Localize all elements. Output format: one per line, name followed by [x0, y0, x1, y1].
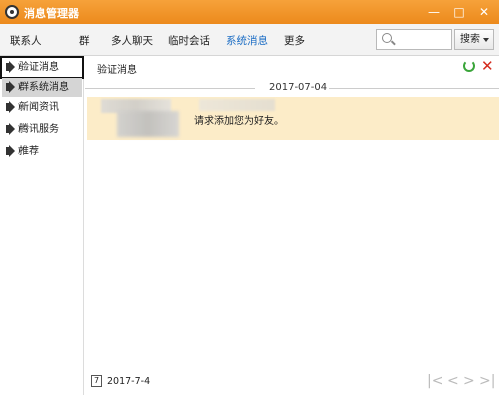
- divider: [85, 88, 255, 89]
- sidebar-item-recommend[interactable]: 推荐: [2, 142, 82, 161]
- speaker-icon: [6, 61, 20, 73]
- sidebar-item-news[interactable]: 新闻资讯: [2, 98, 82, 117]
- title-bar: 消息管理器 — □ ✕: [0, 0, 499, 24]
- sidebar-item-label: 群系统消息: [19, 82, 69, 93]
- sidebar-item-label: 验证消息: [19, 62, 59, 73]
- date-separator: 2017-07-04: [85, 81, 499, 95]
- blurred-info: [199, 99, 275, 111]
- minimize-button[interactable]: —: [424, 3, 444, 21]
- main-header: 验证消息: [85, 56, 499, 78]
- tab-multi-chat[interactable]: 多人聊天: [111, 33, 153, 48]
- speaker-icon: [6, 123, 20, 135]
- sidebar-item-verification[interactable]: 验证消息: [0, 56, 84, 79]
- message-row[interactable]: 请求添加您为好友。: [87, 97, 499, 140]
- qq-logo-icon: [5, 5, 19, 19]
- divider: [329, 88, 499, 89]
- date-separator-label: 2017-07-04: [269, 82, 328, 93]
- page-title: 验证消息: [97, 65, 137, 76]
- delete-icon[interactable]: ✕: [481, 57, 494, 75]
- sidebar: 验证消息 群系统消息 新闻资讯 腾讯服务 推荐: [0, 56, 84, 395]
- prev-page-icon[interactable]: <: [447, 373, 459, 389]
- sidebar-item-group-system[interactable]: 群系统消息: [2, 78, 82, 97]
- tab-groups[interactable]: 群: [79, 33, 90, 48]
- sidebar-item-label: 新闻资讯: [19, 102, 59, 113]
- next-page-icon[interactable]: >: [463, 373, 475, 389]
- search-box[interactable]: [376, 29, 452, 50]
- calendar-icon[interactable]: 7: [91, 375, 102, 387]
- tab-bar: 联系人 群 多人聊天 临时会话 系统消息 更多 搜索: [0, 24, 499, 56]
- refresh-icon[interactable]: [463, 60, 475, 72]
- sidebar-item-label: 推荐: [19, 146, 39, 157]
- first-page-icon[interactable]: |<: [427, 373, 443, 389]
- search-input[interactable]: [395, 31, 450, 48]
- speaker-icon: [6, 81, 20, 93]
- speaker-icon: [6, 145, 20, 157]
- window-title: 消息管理器: [24, 7, 79, 20]
- tab-more[interactable]: 更多: [284, 33, 305, 48]
- sidebar-item-tencent-service[interactable]: 腾讯服务: [2, 120, 82, 139]
- search-button-label: 搜索: [460, 34, 480, 45]
- search-icon: [382, 33, 392, 43]
- tab-contacts[interactable]: 联系人: [10, 33, 42, 48]
- bottom-bar: 7 2017-7-4 |< < > >|: [85, 370, 499, 395]
- message-text: 请求添加您为好友。: [194, 116, 284, 127]
- tab-temp-session[interactable]: 临时会话: [168, 33, 210, 48]
- maximize-button[interactable]: □: [449, 3, 469, 21]
- close-button[interactable]: ✕: [474, 3, 494, 21]
- speaker-icon: [6, 101, 20, 113]
- bottom-date: 2017-7-4: [107, 376, 151, 387]
- search-button[interactable]: 搜索: [454, 29, 494, 50]
- last-page-icon[interactable]: >|: [479, 373, 495, 389]
- chevron-down-icon[interactable]: [483, 38, 489, 42]
- sidebar-item-label: 腾讯服务: [19, 124, 59, 135]
- blurred-avatar: [117, 111, 179, 137]
- tab-system-messages[interactable]: 系统消息: [226, 33, 268, 48]
